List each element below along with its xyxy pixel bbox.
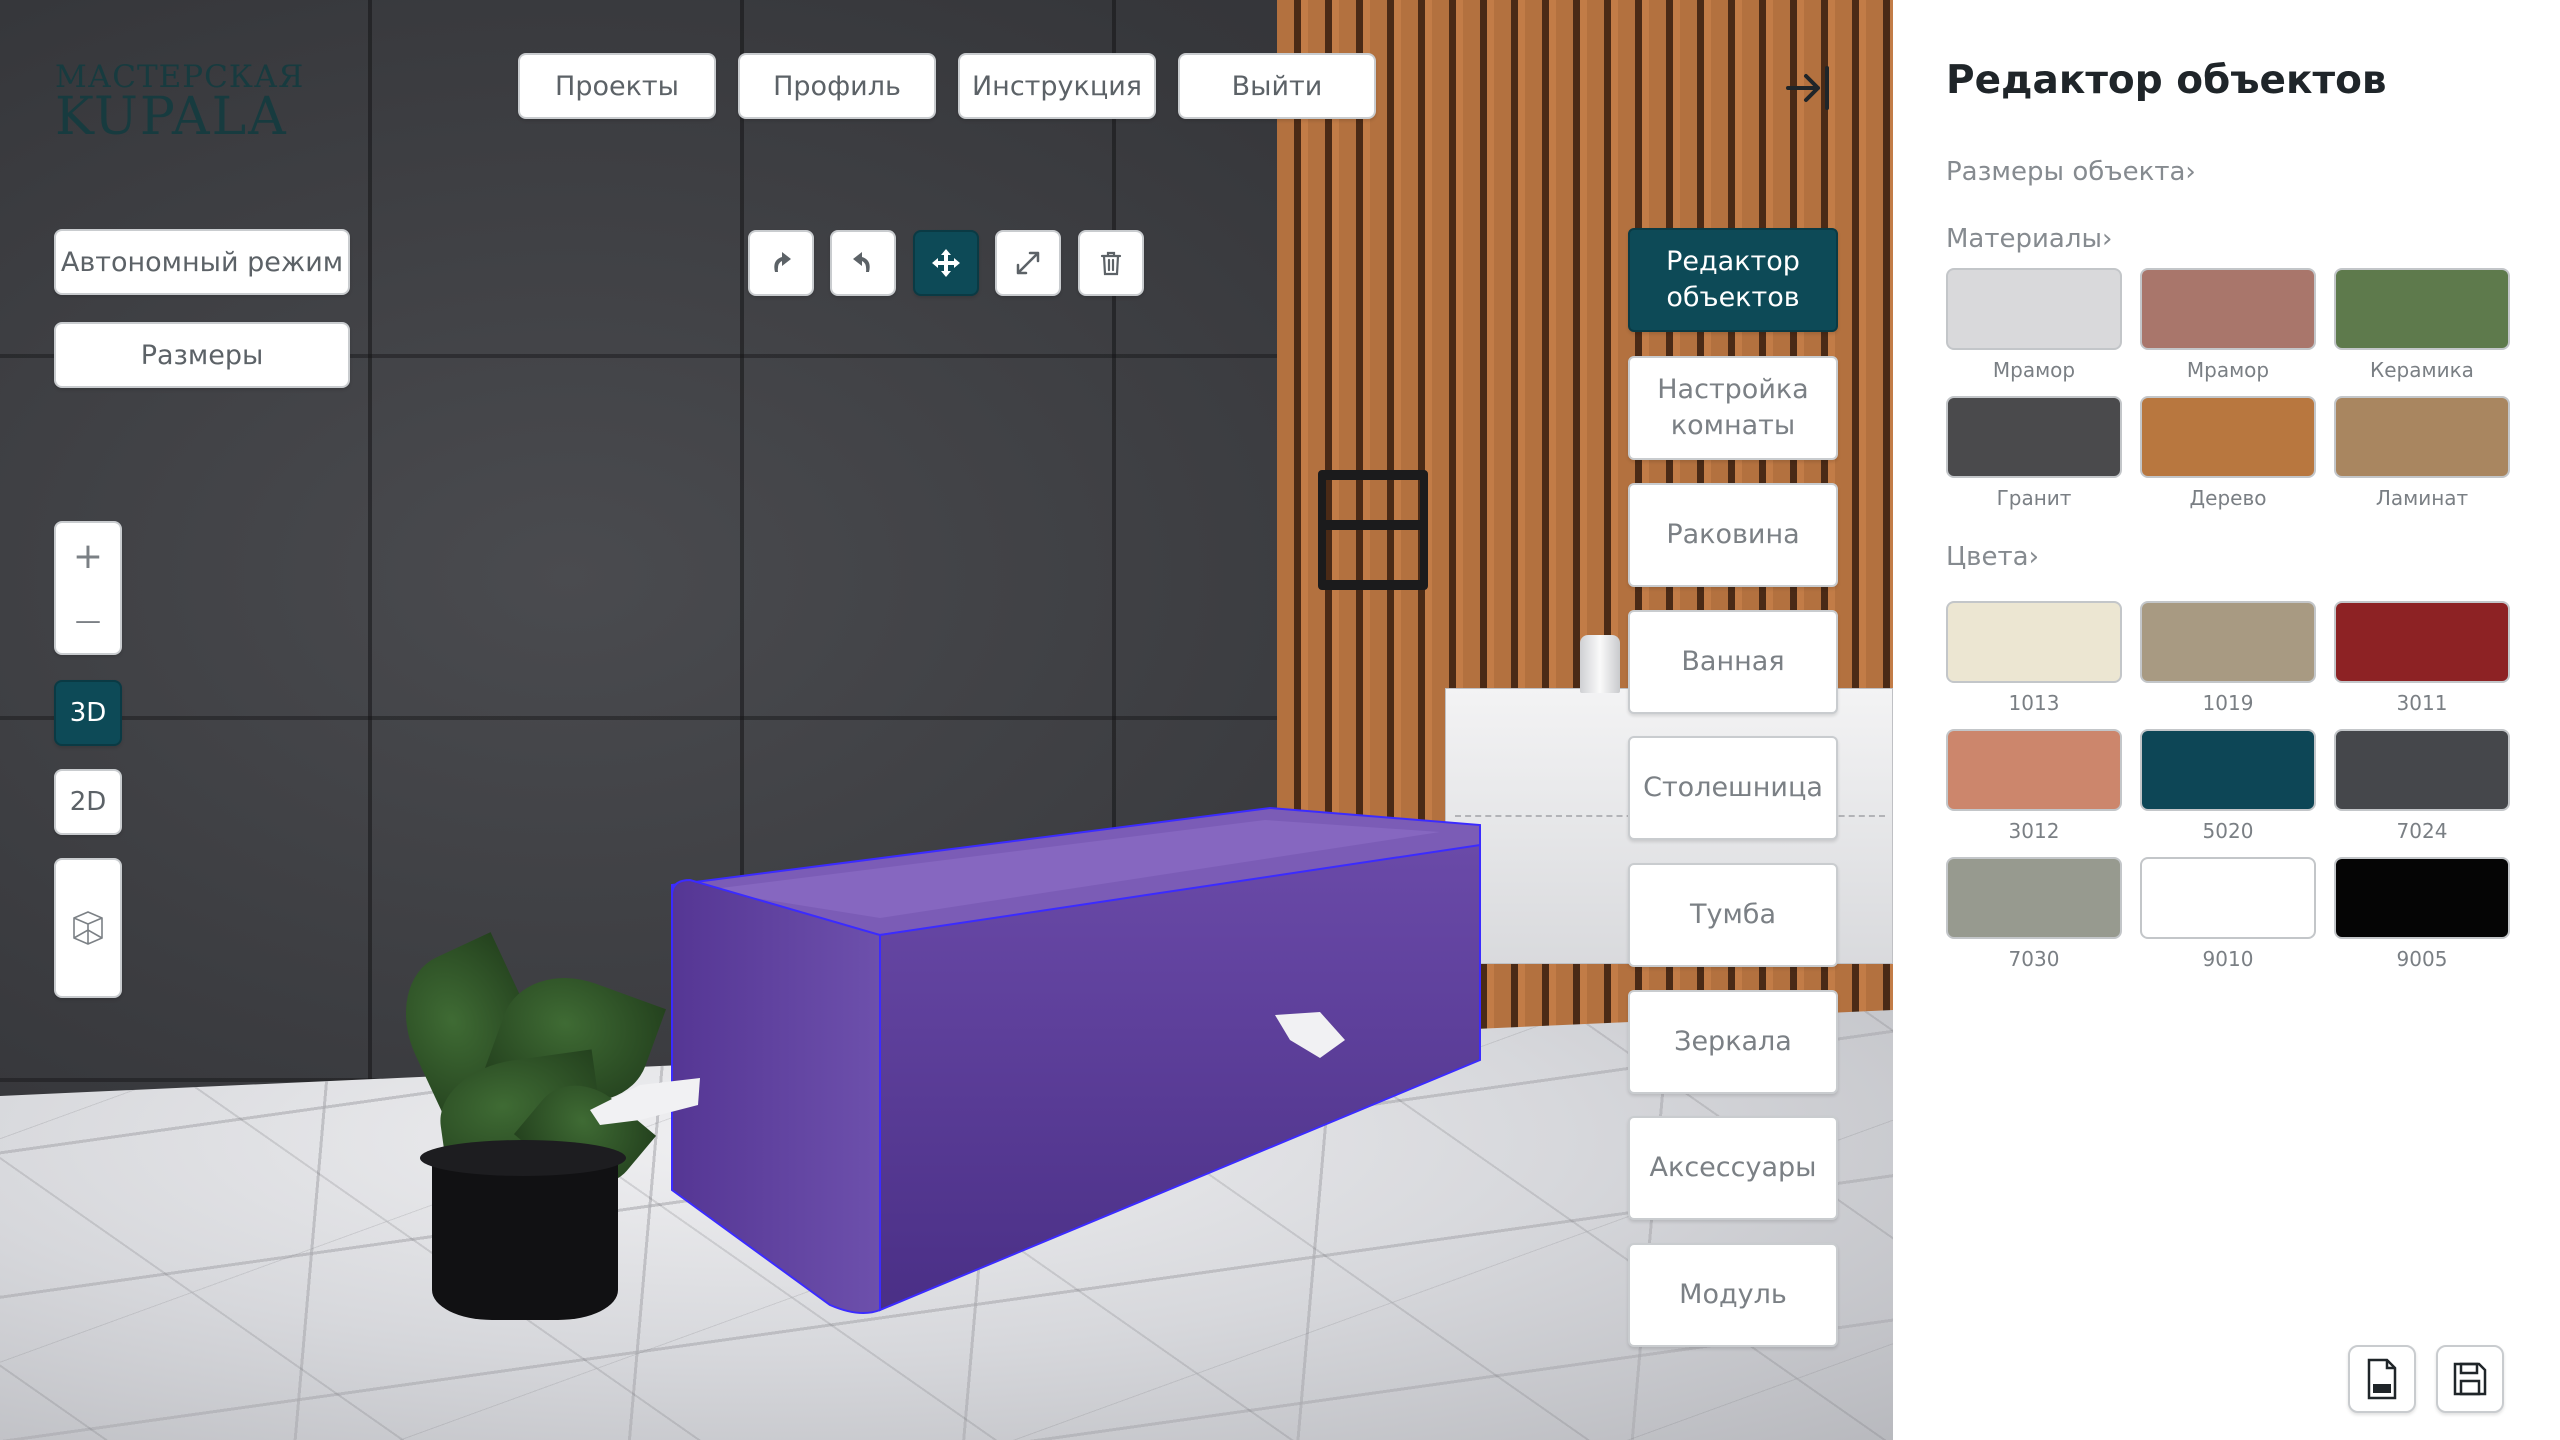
- material-item[interactable]: Керамика: [2334, 268, 2510, 382]
- color-item-label: 7024: [2396, 819, 2448, 843]
- projects-button[interactable]: Проекты: [518, 53, 716, 119]
- material-item[interactable]: Мрамор: [2140, 268, 2316, 382]
- category-accessories[interactable]: Аксессуары: [1628, 1116, 1838, 1220]
- material-item[interactable]: Ламинат: [2334, 396, 2510, 510]
- material-item-swatch[interactable]: [1946, 268, 2122, 350]
- color-item-label: 1013: [2008, 691, 2060, 715]
- material-item[interactable]: Дерево: [2140, 396, 2316, 510]
- material-item-label: Дерево: [2189, 486, 2267, 510]
- zoom-in-button[interactable]: +: [56, 523, 120, 589]
- color-item[interactable]: 9010: [2140, 857, 2316, 971]
- rotate-cw-button[interactable]: [748, 230, 814, 296]
- color-item-label: 9010: [2202, 947, 2254, 971]
- material-item-label: Мрамор: [1992, 358, 2076, 382]
- selected-bathtub[interactable]: [0, 0, 1893, 1440]
- material-item[interactable]: Гранит: [1946, 396, 2122, 510]
- color-item[interactable]: 7030: [1946, 857, 2122, 971]
- trash-icon: [1100, 251, 1122, 276]
- view-2d-button[interactable]: 2D: [54, 769, 122, 835]
- object-size-section[interactable]: Размеры объекта›: [1946, 157, 2196, 187]
- color-item[interactable]: 1013: [1946, 601, 2122, 715]
- color-item-label: 1019: [2202, 691, 2254, 715]
- color-item-label: 5020: [2202, 819, 2254, 843]
- color-item-swatch[interactable]: [1946, 857, 2122, 939]
- autonomous-mode-button[interactable]: Автономный режим: [54, 229, 350, 295]
- material-item-label: Гранит: [1996, 486, 2072, 510]
- color-item-swatch[interactable]: [1946, 601, 2122, 683]
- category-cabinet[interactable]: Тумба: [1628, 863, 1838, 967]
- category-object-editor[interactable]: Редактор объектов: [1628, 228, 1838, 332]
- material-item[interactable]: Мрамор: [1946, 268, 2122, 382]
- color-item[interactable]: 5020: [2140, 729, 2316, 843]
- color-item-label: 3012: [2008, 819, 2060, 843]
- color-item-swatch[interactable]: [2334, 729, 2510, 811]
- color-item-label: 9005: [2396, 947, 2448, 971]
- colors-section[interactable]: Цвета›: [1946, 542, 2039, 572]
- view-3d-button[interactable]: 3D: [54, 680, 122, 746]
- color-item-label: 7030: [2008, 947, 2060, 971]
- color-item-swatch[interactable]: [1946, 729, 2122, 811]
- dimensions-button[interactable]: Размеры: [54, 322, 350, 388]
- color-item-swatch[interactable]: [2140, 729, 2316, 811]
- material-item-label: Мрамор: [2186, 358, 2270, 382]
- color-item-swatch[interactable]: [2334, 601, 2510, 683]
- 3d-viewport[interactable]: [0, 0, 1893, 1440]
- material-item-swatch[interactable]: [2334, 396, 2510, 478]
- save-button[interactable]: [2436, 1345, 2504, 1413]
- zoom-control: + —: [54, 521, 122, 655]
- zoom-out-button[interactable]: —: [56, 589, 120, 653]
- object-editor-panel: Редактор объектов Размеры объекта› Матер…: [1893, 0, 2560, 1440]
- category-room-settings[interactable]: Настройка комнаты: [1628, 356, 1838, 460]
- color-item[interactable]: 3012: [1946, 729, 2122, 843]
- color-item[interactable]: 1019: [2140, 601, 2316, 715]
- export-pdf-button[interactable]: [2348, 1345, 2416, 1413]
- material-item-swatch[interactable]: [2140, 396, 2316, 478]
- category-module[interactable]: Модуль: [1628, 1243, 1838, 1347]
- color-item-label: 3011: [2396, 691, 2448, 715]
- move-icon: [932, 249, 960, 277]
- category-countertop[interactable]: Столешница: [1628, 736, 1838, 840]
- resize-button[interactable]: [995, 230, 1061, 296]
- color-item-swatch[interactable]: [2140, 857, 2316, 939]
- save-icon: [2453, 1362, 2487, 1396]
- move-button[interactable]: [913, 230, 979, 296]
- material-item-swatch[interactable]: [2334, 268, 2510, 350]
- delete-button[interactable]: [1078, 230, 1144, 296]
- color-item[interactable]: 3011: [2334, 601, 2510, 715]
- logo-line-2: KUPALA: [55, 87, 288, 147]
- brand-logo: МАСТЕРСКАЯ KUPALA: [55, 62, 304, 147]
- room-view-button[interactable]: [54, 858, 122, 998]
- category-mirrors[interactable]: Зеркала: [1628, 990, 1838, 1094]
- materials-section[interactable]: Материалы›: [1946, 224, 2112, 254]
- logout-button[interactable]: Выйти: [1178, 53, 1376, 119]
- material-item-label: Керамика: [2370, 358, 2474, 382]
- panel-title: Редактор объектов: [1946, 58, 2387, 103]
- color-item-swatch[interactable]: [2334, 857, 2510, 939]
- material-item-swatch[interactable]: [1946, 396, 2122, 478]
- material-item-swatch[interactable]: [2140, 268, 2316, 350]
- rotate-ccw-icon: [853, 252, 870, 272]
- rotate-cw-icon: [774, 252, 791, 272]
- room-view-icon: [73, 911, 103, 945]
- pdf-export-icon: [2367, 1358, 2397, 1400]
- color-item[interactable]: 7024: [2334, 729, 2510, 843]
- material-item-label: Ламинат: [2375, 486, 2469, 510]
- resize-icon: [1016, 251, 1040, 275]
- rotate-ccw-button[interactable]: [830, 230, 896, 296]
- color-item[interactable]: 9005: [2334, 857, 2510, 971]
- collapse-panel-icon[interactable]: [1782, 62, 1834, 114]
- profile-button[interactable]: Профиль: [738, 53, 936, 119]
- instructions-button[interactable]: Инструкция: [958, 53, 1156, 119]
- category-bathtub[interactable]: Ванная: [1628, 610, 1838, 714]
- color-item-swatch[interactable]: [2140, 601, 2316, 683]
- category-sink[interactable]: Раковина: [1628, 483, 1838, 587]
